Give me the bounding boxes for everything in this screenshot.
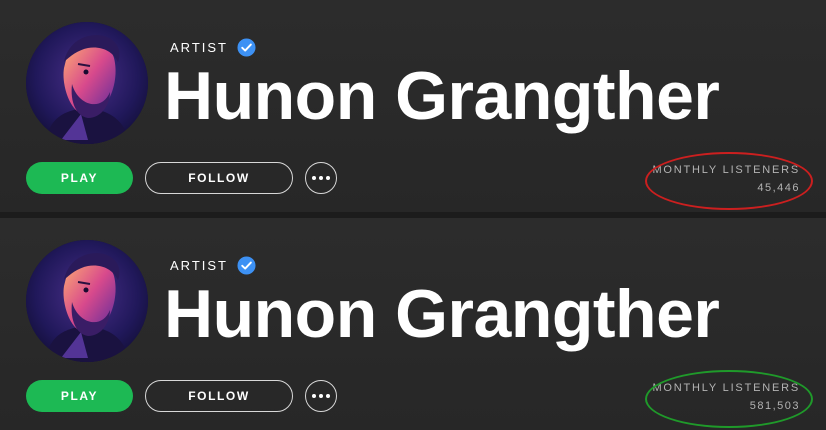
artist-avatar xyxy=(26,22,148,144)
artist-avatar xyxy=(26,240,148,362)
monthly-listeners-count: 581,503 xyxy=(749,400,800,412)
monthly-listeners: MONTHLY LISTENERS 45,446 xyxy=(652,164,800,194)
artist-header-panel: ARTIST Hunon Grangther PLAY FOLLOW MONTH… xyxy=(0,0,826,212)
more-options-icon xyxy=(312,394,330,398)
monthly-listeners-label: MONTHLY LISTENERS xyxy=(652,382,800,394)
artist-name-heading: Hunon Grangther xyxy=(164,276,720,352)
monthly-listeners-count: 45,446 xyxy=(757,182,800,194)
follow-button[interactable]: FOLLOW xyxy=(145,380,293,412)
play-button[interactable]: PLAY xyxy=(26,162,133,194)
monthly-listeners-label: MONTHLY LISTENERS xyxy=(652,164,800,176)
more-options-button[interactable] xyxy=(305,380,337,412)
monthly-listeners: MONTHLY LISTENERS 581,503 xyxy=(652,382,800,412)
artist-name-heading: Hunon Grangther xyxy=(164,58,720,134)
follow-button[interactable]: FOLLOW xyxy=(145,162,293,194)
more-options-icon xyxy=(312,176,330,180)
artist-header-panel: ARTIST Hunon Grangther PLAY FOLLOW MONTH… xyxy=(0,218,826,430)
play-button[interactable]: PLAY xyxy=(26,380,133,412)
more-options-button[interactable] xyxy=(305,162,337,194)
